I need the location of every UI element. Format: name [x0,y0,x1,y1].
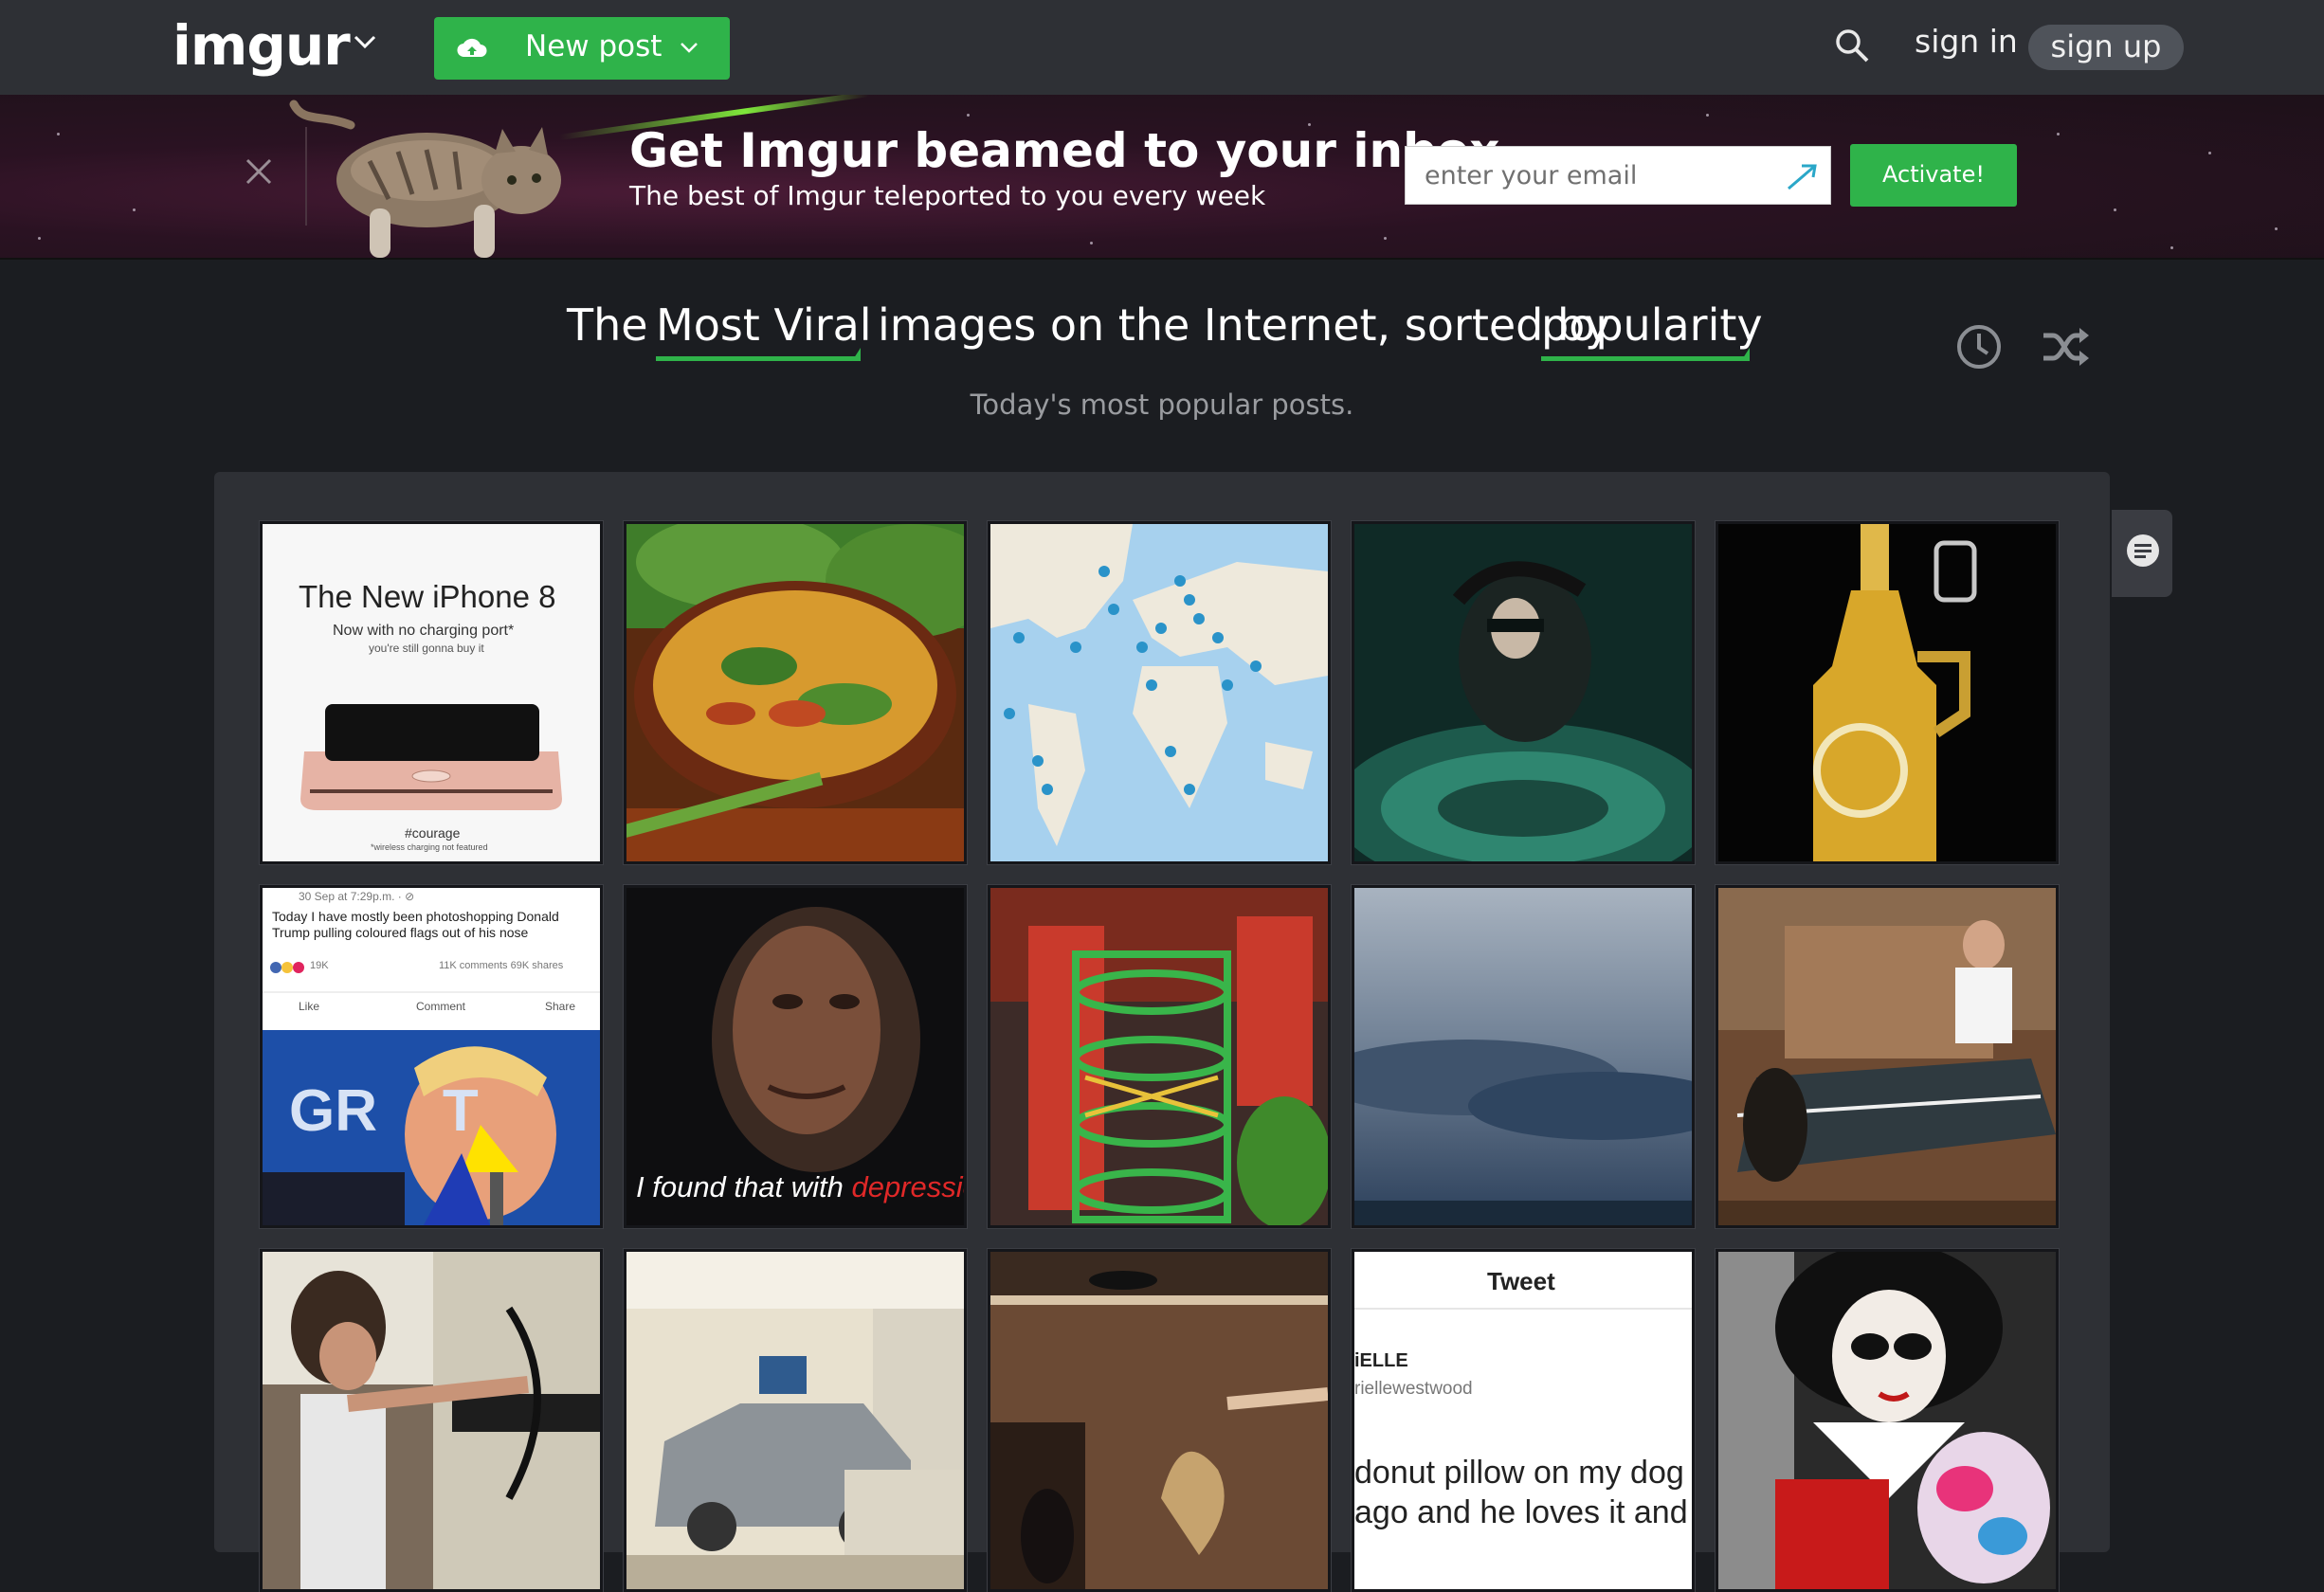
tweet-header: Tweet [1487,1267,1555,1295]
post-thumbnail-paella[interactable] [623,520,968,865]
heading-subtitle: Today's most popular posts. [970,389,1354,421]
search-icon[interactable] [1833,27,1871,64]
post-thumbnail-iphone[interactable]: The New iPhone 8 Now with no charging po… [259,520,604,865]
like-label: Like [299,1000,320,1013]
tweet-text: donut pillow on my dog [1354,1455,1684,1491]
top-nav-bar: imgur New post sign in sign up [0,0,2324,95]
banner-subtitle: The best of Imgur teleported to you ever… [629,180,1266,211]
post-caption: I found that with depression [636,1170,965,1204]
heading-middle: images on the Internet, sorted by [878,299,1611,351]
section-dropdown[interactable]: Most Viral [656,299,872,351]
post-timestamp: 30 Sep at 7:29p.m. · ⊘ [299,890,415,903]
chat-bubble-icon [2127,534,2159,567]
post-thumbnail-the-rock[interactable]: I found that with depression [623,884,968,1229]
comments-toggle-button[interactable] [2112,510,2172,597]
section-underline [656,348,861,361]
post-thumbnail-tweet[interactable]: Tweet iELLE riellewestwood donut pillow … [1351,1248,1696,1592]
post-text: Today I have mostly been photoshopping D… [272,909,559,940]
gallery-container: The New iPhone 8 Now with no charging po… [214,472,2110,1592]
reaction-count: 19K [310,960,329,971]
post-thumbnail-world-map[interactable] [987,520,1332,865]
post-thumbnail-sci-fi-art[interactable] [1351,520,1696,865]
email-field-container [1405,146,1831,205]
chevron-down-icon[interactable] [353,32,377,51]
new-post-button[interactable]: New post [434,17,730,80]
flying-cat-illustration [289,100,561,258]
sign-up-button[interactable]: sign up [2028,25,2184,70]
post-thumbnail-trump-flags[interactable]: 30 Sep at 7:29p.m. · ⊘ Today I have most… [259,884,604,1229]
post-text: Now with no charging port* [333,623,515,639]
post-thumbnail-bottle[interactable] [1715,520,2060,865]
chevron-down-icon[interactable] [679,40,699,57]
heading-prefix: The [567,299,648,351]
new-post-label: New post [525,29,663,63]
sort-underline [1541,348,1750,361]
post-thumbnail-storm-clouds[interactable] [1351,884,1696,1229]
share-label: Share [545,1000,576,1013]
caption-highlight: depression [851,1170,965,1203]
post-hashtag: #courage [405,825,461,841]
activate-button[interactable]: Activate! [1850,144,2017,207]
tweet-text: ago and he loves it and w [1354,1494,1695,1530]
email-field[interactable] [1406,147,1785,204]
post-thumbnail-room-car[interactable] [623,1248,968,1592]
post-sign-text: GR T [289,1078,479,1144]
post-thumbnail-harley-quinn[interactable] [1715,1248,2060,1592]
post-text: you're still gonna buy it [369,642,484,655]
close-icon[interactable] [245,157,273,186]
comment-label: Comment [416,1000,466,1013]
tweet-author: iELLE [1354,1350,1408,1371]
post-thumbnail-shelf[interactable] [987,1248,1332,1592]
post-thumbnail-jungle-gym[interactable] [987,884,1332,1229]
imgur-logo[interactable]: imgur [172,13,351,78]
engagement-stats: 11K comments 69K shares [439,960,564,971]
paper-plane-icon [1788,164,1817,190]
banner-title: Get Imgur beamed to your inbox [629,123,1500,178]
cloud-upload-icon [457,38,487,58]
newsletter-banner: Get Imgur beamed to your inbox The best … [0,95,2324,260]
post-footnote: *wireless charging not featured [371,842,488,852]
caption-text: I found that with [636,1170,844,1203]
sign-in-link[interactable]: sign in [1915,23,2018,60]
tweet-handle: riellewestwood [1354,1379,1473,1399]
post-thumbnail-ping-pong[interactable] [1715,884,2060,1229]
post-title: The New iPhone 8 [299,579,556,614]
shuffle-icon[interactable] [2040,326,2091,368]
sort-dropdown[interactable]: popularity [1541,299,1763,351]
clock-icon[interactable] [1954,322,2004,371]
post-thumbnail-woman-bow[interactable] [259,1248,604,1592]
